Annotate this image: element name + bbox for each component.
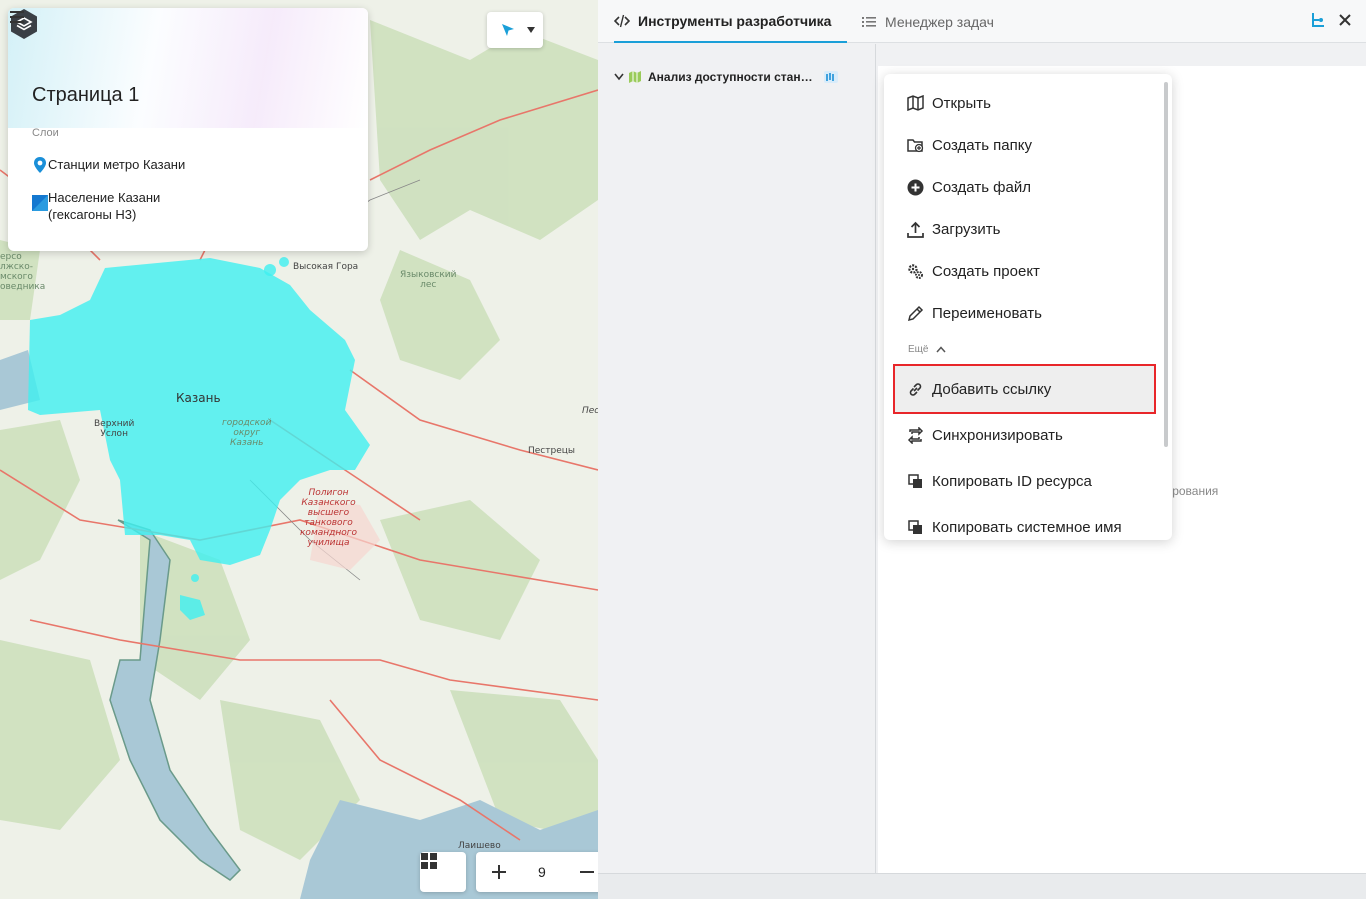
caret-down-icon: [527, 27, 535, 33]
menu-group-label: Ещё: [908, 344, 929, 355]
menu-item-open[interactable]: Открыть: [906, 91, 991, 115]
menu-burger-icon[interactable]: [8, 8, 28, 26]
map-label-poligon: Полигон Казанского высшего танкового ком…: [300, 488, 357, 548]
menu-item-create-folder[interactable]: Создать папку: [906, 133, 1032, 157]
map-label-pes: Пес: [582, 406, 598, 416]
polygon-layer-icon: [32, 195, 48, 211]
map-pin-icon: [34, 157, 46, 173]
chevron-down-icon[interactable]: [614, 73, 624, 81]
code-icon: [614, 14, 630, 27]
panel-actions: [1310, 12, 1352, 28]
map-badge-icon: [824, 71, 838, 83]
plus-circle-icon: [906, 178, 924, 196]
menu-item-label: Синхронизировать: [932, 426, 1063, 444]
layer-item-metro-stations[interactable]: Станции метро Казани: [32, 156, 208, 173]
menu-item-sync[interactable]: Синхронизировать: [906, 423, 1063, 447]
page-title: Страница 1: [32, 84, 140, 106]
tree-item-label: Анализ доступности станций метро: [648, 70, 814, 84]
tree-item-metro-analysis[interactable]: Анализ доступности станций метро: [614, 70, 838, 84]
layer-label: Население Казани (гексагоны Н3): [48, 190, 161, 222]
map-label-left-edge: ерсо лжско- мского оведника: [0, 252, 46, 292]
resource-tree: Анализ доступности станций метро: [598, 44, 876, 873]
pointer-select-icon: [502, 24, 514, 36]
close-icon[interactable]: [1338, 13, 1352, 27]
menu-item-label: Открыть: [932, 94, 991, 112]
grid-view-button[interactable]: [420, 852, 466, 892]
map-view[interactable]: Казань Высокая Гора Языковский лес Верхн…: [0, 0, 598, 899]
map-label-gorodskoy-okrug: городской округ Казань: [222, 418, 272, 448]
menu-item-label: Копировать ID ресурса: [932, 472, 1092, 490]
menu-item-create-file[interactable]: Создать файл: [906, 175, 1031, 199]
menu-item-label: Создать проект: [932, 262, 1040, 280]
menu-item-copy-resource-id[interactable]: Копировать ID ресурса: [906, 469, 1092, 493]
map-label-pestretsy: Пестрецы: [528, 446, 575, 456]
menu-item-upload[interactable]: Загрузить: [906, 217, 1001, 241]
menu-item-label: Копировать системное имя: [932, 518, 1122, 536]
menu-item-add-link[interactable]: Добавить ссылку: [906, 377, 1051, 401]
pencil-icon: [906, 304, 924, 322]
menu-scrollbar[interactable]: [1164, 82, 1168, 447]
menu-item-rename[interactable]: Переименовать: [906, 301, 1042, 325]
tab-bar: Инструменты разработчика Менеджер задач: [598, 0, 1366, 43]
layer-item-population-hexagons[interactable]: Население Казани (гексагоны Н3): [32, 189, 208, 223]
map-label-verkhny-uslon: Верхний Услон: [94, 419, 135, 439]
sync-icon: [906, 426, 924, 444]
menu-item-label: Загрузить: [932, 220, 1001, 238]
map-folder-icon: [629, 71, 641, 83]
tab-label: Инструменты разработчика: [638, 12, 832, 29]
menu-item-label: Переименовать: [932, 304, 1042, 322]
zoom-level: 9: [538, 864, 546, 880]
chevron-up-icon: [936, 346, 947, 353]
layers-card: Страница 1 Слои Станции метро Казани Нас…: [8, 8, 368, 251]
status-bar: [598, 873, 1366, 899]
folder-add-icon: [906, 136, 924, 154]
map-label-laishevo: Лаишево: [458, 841, 501, 851]
tree-structure-icon[interactable]: [1310, 12, 1326, 28]
layers-caption: Слои: [32, 127, 59, 139]
layer-label: Станции метро Казани: [48, 157, 186, 172]
grid-icon: [421, 853, 437, 869]
map-label-vysokaya-gora: Высокая Гора: [293, 262, 359, 272]
context-menu: Открыть Создать папку Создать файл Загру…: [884, 74, 1172, 540]
upload-icon: [906, 220, 924, 238]
tab-task-manager[interactable]: Менеджер задач: [861, 0, 994, 43]
map-label-kazan: Казань: [176, 391, 221, 405]
menu-item-label: Создать файл: [932, 178, 1031, 196]
gears-icon: [906, 262, 924, 280]
menu-group-more[interactable]: Ещё: [908, 344, 947, 355]
link-icon: [906, 380, 924, 398]
minus-icon[interactable]: [579, 864, 595, 880]
map-label-yazykovsky-forest: Языковский лес: [400, 270, 457, 290]
menu-item-label: Создать папку: [932, 136, 1032, 154]
zoom-control: 9: [476, 852, 598, 892]
tab-developer-tools[interactable]: Инструменты разработчика: [614, 0, 848, 43]
menu-item-create-project[interactable]: Создать проект: [906, 259, 1040, 283]
list-icon: [862, 16, 876, 27]
menu-item-copy-system-name[interactable]: Копировать системное имя: [906, 515, 1122, 539]
menu-item-label: Добавить ссылку: [932, 380, 1052, 398]
copy-icon: [906, 472, 924, 490]
copy-icon: [906, 518, 924, 536]
map-tool-selector[interactable]: [487, 12, 543, 48]
map-open-icon: [906, 94, 924, 112]
tab-label: Менеджер задач: [885, 13, 994, 30]
plus-icon[interactable]: [491, 864, 507, 880]
